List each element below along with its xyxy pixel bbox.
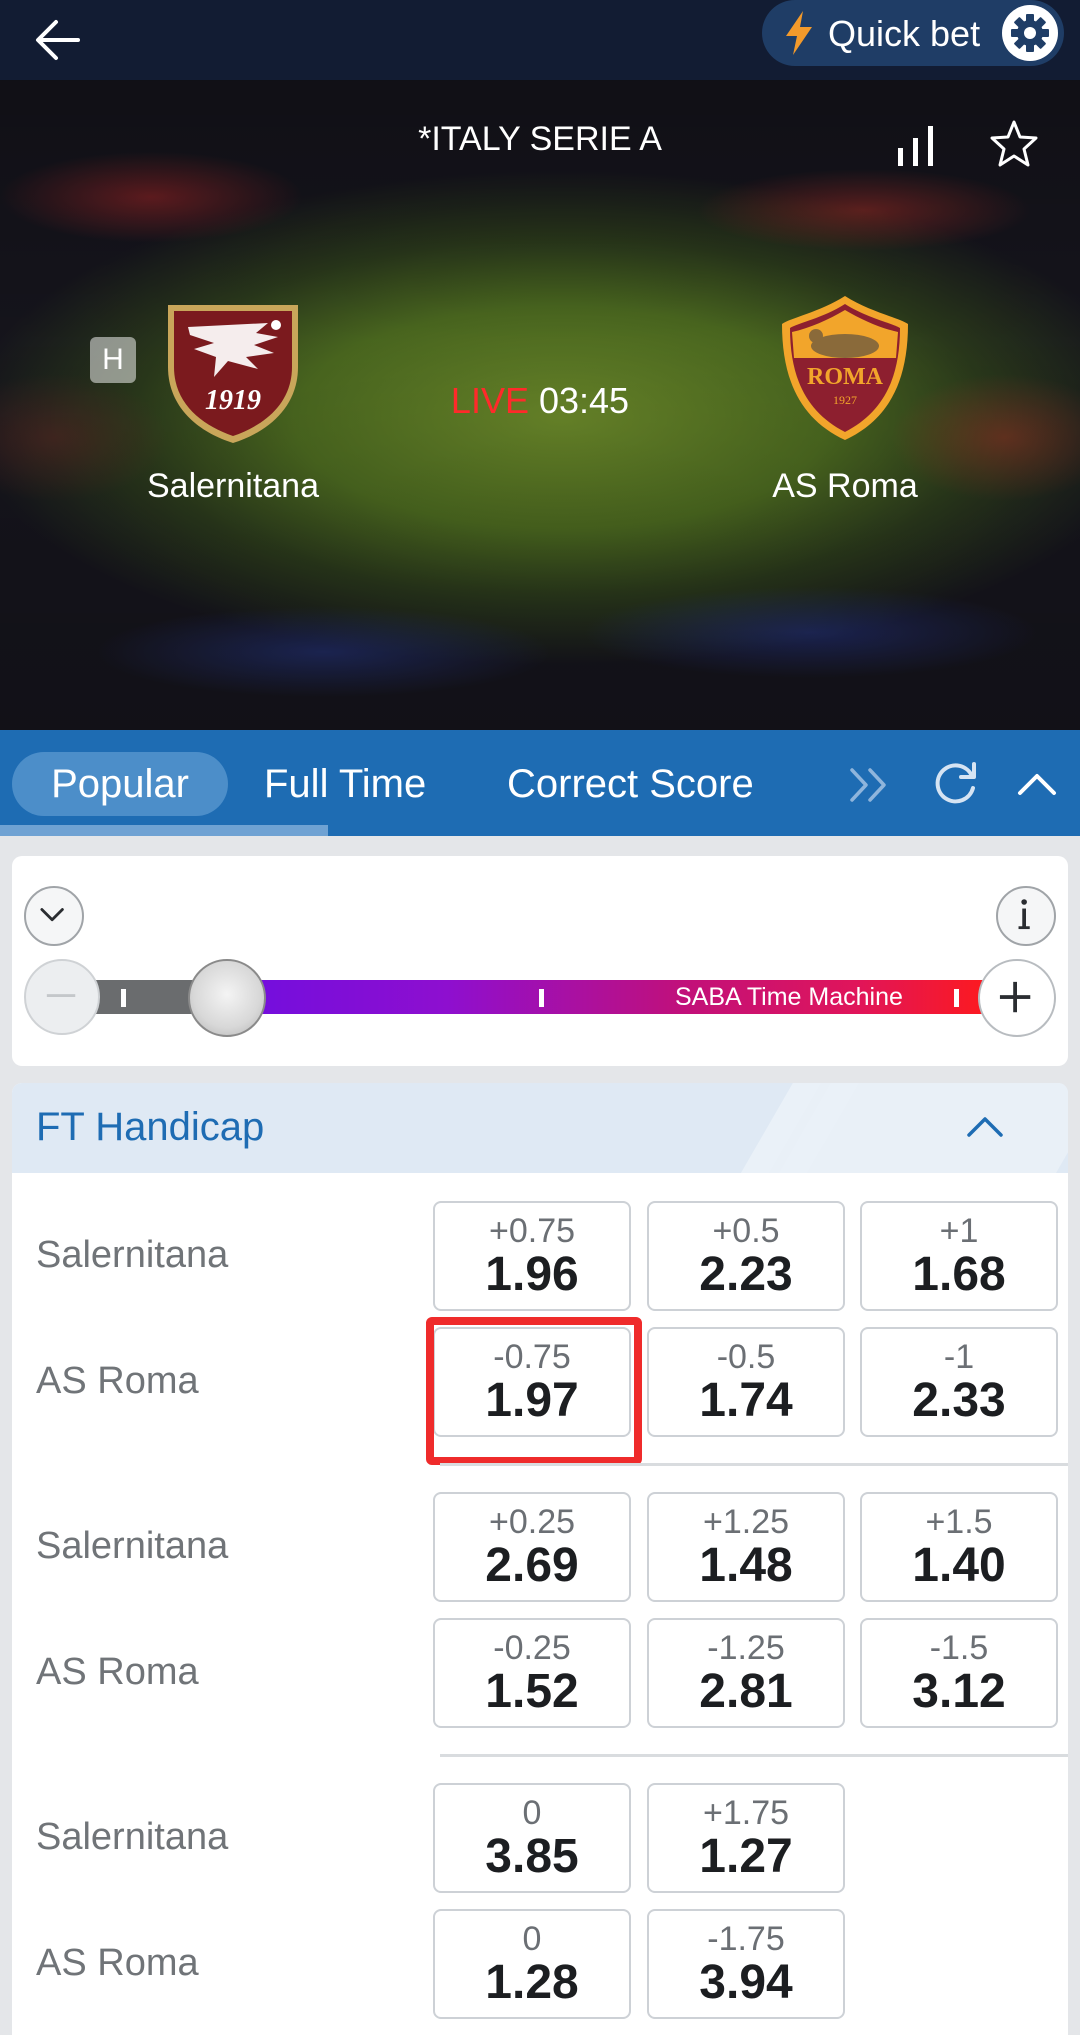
odds-button[interactable]: +1.75 1.27	[647, 1783, 845, 1893]
timeline-tick	[539, 989, 544, 1007]
odds-button[interactable]: 0 1.28	[433, 1909, 631, 2019]
row-team-name: AS Roma	[36, 1942, 199, 1984]
settings-button[interactable]	[1002, 5, 1058, 61]
odds-button[interactable]: +0.25 2.69	[433, 1492, 631, 1602]
odds-button[interactable]: -1.25 2.81	[647, 1618, 845, 1728]
gear-icon	[1011, 14, 1049, 52]
minus-icon	[46, 994, 76, 997]
favorite-star-icon[interactable]	[986, 116, 1042, 172]
active-tab-indicator	[0, 825, 328, 836]
home-team-name: Salernitana	[146, 467, 319, 505]
chevron-down-icon	[40, 908, 64, 922]
row-team-name: AS Roma	[36, 1651, 199, 1693]
timeline-tick	[121, 989, 126, 1007]
market-title: FT Handicap	[36, 1105, 265, 1149]
odds-button[interactable]: 0 3.85	[433, 1783, 631, 1893]
ft-handicap-market: FT Handicap Salernitana +0.75 1.96 +0.5 2.…	[12, 1083, 1068, 2035]
odds-button[interactable]: +0.5 2.23	[647, 1201, 845, 1311]
home-indicator-badge: H	[90, 337, 136, 383]
odds-button[interactable]: +1 1.68	[860, 1201, 1058, 1311]
quick-bet-label: Quick bet	[828, 13, 981, 54]
row-team-name: Salernitana	[36, 1234, 229, 1276]
tab-full-time[interactable]: Full Time	[264, 752, 426, 816]
odds-button-selected[interactable]: -0.75 1.97	[433, 1327, 631, 1437]
row-team-name: Salernitana	[36, 1816, 229, 1858]
stats-bar-chart-icon[interactable]	[888, 118, 944, 174]
odds-button[interactable]: +0.75 1.96	[433, 1201, 631, 1311]
row-team-name: Salernitana	[36, 1525, 229, 1567]
market-tabs: Popular Full Time Correct Score	[0, 730, 1080, 836]
info-button[interactable]	[996, 886, 1056, 946]
time-machine-card: SABA Time Machine	[12, 856, 1068, 1066]
timeline-slider-handle[interactable]	[188, 959, 266, 1037]
away-team-name: AS Roma	[772, 467, 918, 505]
odds-button[interactable]: -0.5 1.74	[647, 1327, 845, 1437]
group-divider	[440, 1463, 1068, 1466]
time-machine-label: SABA Time Machine	[675, 983, 903, 1011]
timeline-minus-button[interactable]	[24, 959, 100, 1035]
info-icon	[1018, 899, 1030, 930]
top-bar: Quick bet	[0, 0, 1080, 80]
odds-button[interactable]: +1.25 1.48	[647, 1492, 845, 1602]
group-divider	[440, 1754, 1068, 1757]
chevron-up-icon[interactable]	[1012, 760, 1062, 810]
odds-button[interactable]: -1.5 3.12	[860, 1618, 1058, 1728]
tab-correct-score[interactable]: Correct Score	[507, 752, 754, 816]
lightning-bolt-icon	[786, 11, 812, 55]
market-header[interactable]: FT Handicap	[12, 1083, 1068, 1173]
double-chevron-right-icon[interactable]	[846, 760, 896, 810]
odds-button[interactable]: -1.75 3.94	[647, 1909, 845, 2019]
back-arrow-icon[interactable]	[30, 12, 86, 68]
timeline-plus-button[interactable]	[978, 959, 1056, 1037]
match-hero: *ITALY SERIE A H 1919 ROMA 1927 Salernit…	[0, 80, 1080, 730]
odds-button[interactable]: +1.5 1.40	[860, 1492, 1058, 1602]
odds-button[interactable]: -1 2.33	[860, 1327, 1058, 1437]
match-clock: 03:45	[538, 380, 630, 421]
refresh-icon[interactable]	[928, 756, 982, 810]
plus-icon	[999, 981, 1031, 1013]
salernitana-crest-logo: 1919	[168, 305, 298, 443]
row-team-name: AS Roma	[36, 1360, 199, 1402]
live-tag: LIVE	[450, 380, 529, 421]
timeline-tick	[954, 989, 959, 1007]
tab-popular[interactable]: Popular	[12, 752, 228, 816]
expand-toggle-button[interactable]	[24, 886, 84, 946]
chevron-up-icon[interactable]	[960, 1103, 1010, 1153]
odds-button[interactable]: -0.25 1.52	[433, 1618, 631, 1728]
quick-bet-button[interactable]: Quick bet	[762, 0, 1064, 66]
live-clock: LIVE 03:45	[0, 380, 1080, 422]
